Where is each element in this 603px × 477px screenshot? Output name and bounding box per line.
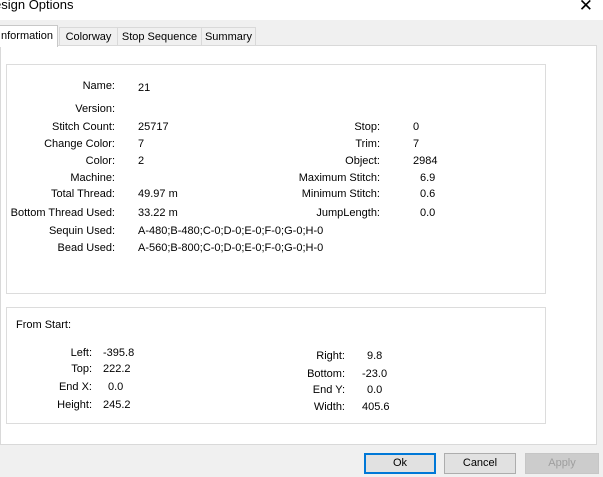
bottom-label: Bottom: <box>307 368 345 380</box>
sequin-value: A-480;B-480;C-0;D-0;E-0;F-0;G-0;H-0 <box>138 225 324 237</box>
tab-information[interactable]: nformation <box>0 25 58 47</box>
end-y-value: 0.0 <box>367 384 383 396</box>
height-value: 245.2 <box>103 399 131 411</box>
stitch-count-value: 25717 <box>138 121 169 133</box>
max-stitch-label: Maximum Stitch: <box>298 172 380 184</box>
tab-summary[interactable]: Summary <box>201 27 256 46</box>
window-title: esign Options <box>0 0 74 12</box>
min-stitch-value: 0.6 <box>420 188 436 200</box>
bottom-value: -23.0 <box>362 368 388 380</box>
sequin-label: Sequin Used: <box>48 225 115 237</box>
version-label: Version: <box>75 103 115 115</box>
machine-label: Machine: <box>70 172 115 184</box>
bead-label: Bead Used: <box>57 242 115 254</box>
left-value: -395.8 <box>103 347 135 359</box>
bead-value: A-560;B-800;C-0;D-0;E-0;F-0;G-0;H-0 <box>138 242 324 254</box>
top-value: 222.2 <box>103 363 131 375</box>
top-label: Top: <box>71 363 92 375</box>
tab-stop-sequence[interactable]: Stop Sequence <box>117 27 202 46</box>
max-stitch-value: 6.9 <box>420 172 436 184</box>
height-label: Height: <box>57 399 92 411</box>
right-label: Right: <box>316 350 345 362</box>
name-value: 21 <box>138 82 151 94</box>
jump-length-value: 0.0 <box>420 207 436 219</box>
jump-length-label: JumpLength: <box>316 207 380 219</box>
object-value: 2984 <box>413 155 438 167</box>
total-thread-label: Total Thread: <box>50 188 115 200</box>
color-value: 2 <box>138 155 145 167</box>
object-label: Object: <box>345 155 380 167</box>
tab-colorway[interactable]: Colorway <box>59 27 118 46</box>
title-bar: esign Options ✕ <box>0 0 603 20</box>
cancel-button[interactable]: Cancel <box>444 453 516 474</box>
stop-label: Stop: <box>354 121 380 133</box>
trim-label: Trim: <box>355 138 380 150</box>
right-value: 9.8 <box>367 350 383 362</box>
name-label: Name: <box>82 80 115 92</box>
width-label: Width: <box>313 401 345 413</box>
stitch-count-label: Stitch Count: <box>52 121 115 133</box>
total-thread-value: 49.97 m <box>138 188 178 200</box>
min-stitch-label: Minimum Stitch: <box>301 188 380 200</box>
stop-value: 0 <box>413 121 420 133</box>
close-icon[interactable]: ✕ <box>579 0 593 16</box>
width-value: 405.6 <box>362 401 390 413</box>
change-color-value: 7 <box>138 138 145 150</box>
change-color-label: Change Color: <box>44 138 115 150</box>
bottom-thread-value: 33.22 m <box>138 207 178 219</box>
bottom-thread-label: Bottom Thread Used: <box>10 207 115 219</box>
end-x-label: End X: <box>58 381 92 393</box>
end-x-value: 0.0 <box>108 381 124 393</box>
end-y-label: End Y: <box>312 384 345 396</box>
from-start-heading: From Start: <box>16 319 72 331</box>
color-label: Color: <box>85 155 115 167</box>
ok-button[interactable]: Ok <box>364 453 436 474</box>
trim-value: 7 <box>413 138 420 150</box>
left-label: Left: <box>70 347 92 359</box>
apply-button[interactable]: Apply <box>525 453 599 474</box>
